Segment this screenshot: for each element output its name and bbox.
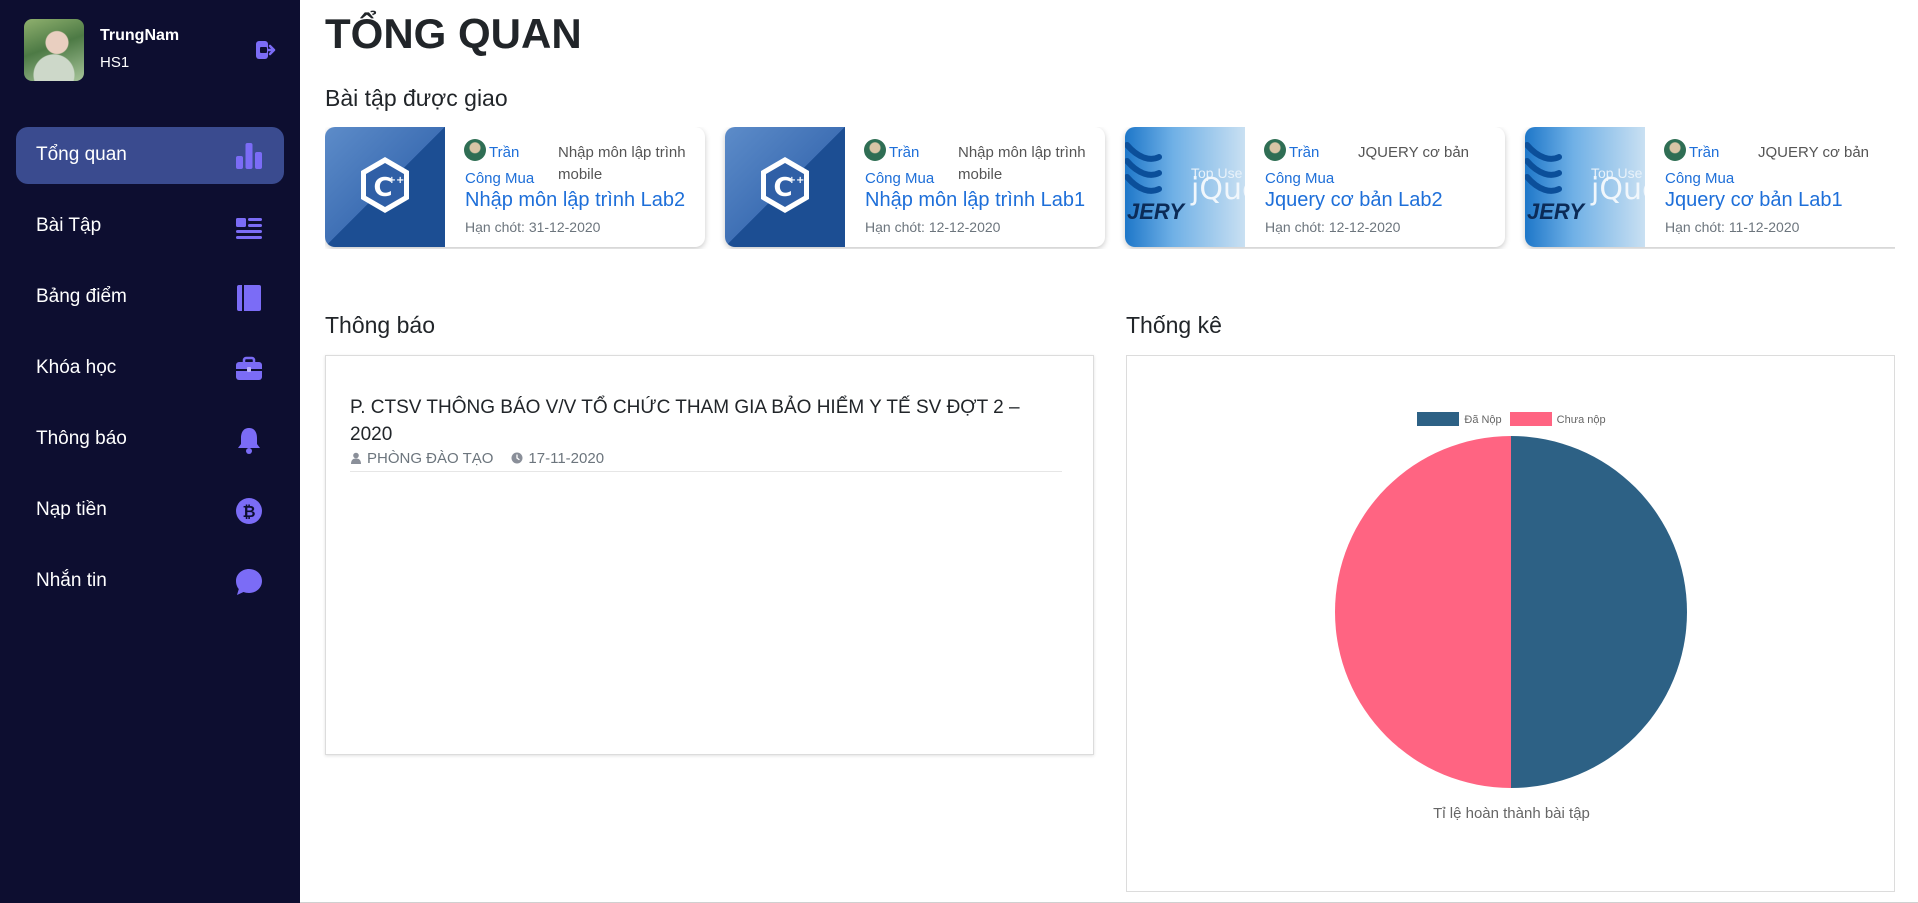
list-icon xyxy=(236,218,262,239)
legend-label: Chưa nộp xyxy=(1556,414,1606,426)
sidebar-item-label: Nạp tiền xyxy=(36,499,107,520)
user-icon xyxy=(351,452,361,464)
sidebar-nav: Tổng quan Bài Tập Bảng điểm Khóa học Thô… xyxy=(16,127,284,624)
assignment-card[interactable]: Top Use jQue JERY Trần Công Mua JQUERY c… xyxy=(1125,127,1505,247)
sidebar-item-assignments[interactable]: Bài Tập xyxy=(16,198,284,255)
card-author[interactable]: Trần Công Mua xyxy=(1265,140,1345,192)
legend-swatch xyxy=(1509,412,1552,426)
clock-icon xyxy=(511,452,523,464)
svg-text:₿: ₿ xyxy=(242,502,255,521)
user-role: HS1 xyxy=(100,54,130,71)
pie-chart xyxy=(1335,436,1687,788)
legend-item[interactable]: Đã Nộp xyxy=(1417,412,1502,426)
sidebar-item-label: Thông báo xyxy=(36,428,127,449)
user-profile: TrungNam HS1 xyxy=(24,19,284,81)
card-author[interactable]: Trần Công Mua xyxy=(465,140,545,192)
stats-section-title: Thống kê xyxy=(1126,312,1222,338)
user-name: TrungNam xyxy=(100,27,180,44)
sidebar-item-label: Khóa học xyxy=(36,357,117,378)
thumb-text: JERY xyxy=(1127,199,1185,224)
pie-slice-submitted[interactable] xyxy=(1511,436,1687,788)
sidebar-item-label: Bài Tập xyxy=(36,215,102,236)
sidebar-item-label: Nhắn tin xyxy=(36,570,107,591)
notice-item[interactable]: P. CTSV THÔNG BÁO V/V TỔ CHỨC THAM GIA B… xyxy=(350,394,1062,472)
cpp-thumbnail: C ++ xyxy=(325,127,445,247)
sidebar-item-courses[interactable]: Khóa học xyxy=(16,340,284,397)
thumb-text: jQue xyxy=(1191,172,1245,207)
sidebar-item-topup[interactable]: Nạp tiền ₿ xyxy=(16,482,284,539)
notice-date: 17-11-2020 xyxy=(528,450,605,467)
thumb-text: JERY xyxy=(1527,199,1585,224)
card-deadline: Hạn chót: 12-12-2020 xyxy=(1265,219,1401,235)
assignment-cards: C ++ Trần Công Mua Nhập môn lập trình mo… xyxy=(325,127,1895,249)
assignment-card[interactable]: Top Use jQue JERY Trần Công Mua JQUERY c… xyxy=(1525,127,1895,247)
chart-legend: Đã Nộp Chưa nộp xyxy=(1127,412,1896,426)
card-deadline: Hạn chót: 11-12-2020 xyxy=(1665,219,1800,235)
bar-chart-icon xyxy=(236,143,262,169)
main-content: TỔNG QUAN Bài tập được giao C ++ Trần Cô… xyxy=(300,0,1918,903)
bell-icon xyxy=(238,428,260,454)
card-author[interactable]: Trần Công Mua xyxy=(1665,140,1745,192)
legend-swatch xyxy=(1417,412,1460,426)
jquery-thumbnail: Top Use jQue JERY xyxy=(1525,127,1645,247)
assignment-card[interactable]: C ++ Trần Công Mua Nhập môn lập trình mo… xyxy=(725,127,1105,247)
sidebar: TrungNam HS1 Tổng quan Bài Tập Bảng điểm… xyxy=(0,0,300,903)
sidebar-item-label: Bảng điểm xyxy=(36,286,127,307)
card-author[interactable]: Trần Công Mua xyxy=(865,140,945,192)
svg-text:++: ++ xyxy=(788,175,805,186)
card-title[interactable]: Jquery cơ bản Lab2 xyxy=(1265,189,1443,212)
card-title[interactable]: Nhập môn lập trình Lab1 xyxy=(865,189,1085,212)
notices-section-title: Thông báo xyxy=(325,312,435,338)
card-deadline: Hạn chót: 12-12-2020 xyxy=(865,219,1001,235)
card-deadline: Hạn chót: 31-12-2020 xyxy=(465,219,601,235)
chat-icon xyxy=(236,569,262,595)
sidebar-item-label: Tổng quan xyxy=(36,144,127,165)
jquery-thumbnail: Top Use jQue JERY xyxy=(1125,127,1245,247)
briefcase-icon xyxy=(236,356,262,380)
pie-slice-not-submitted[interactable] xyxy=(1335,436,1511,788)
thumb-text: jQue xyxy=(1591,172,1645,207)
card-course: Nhập môn lập trình mobile xyxy=(558,144,686,183)
card-title[interactable]: Nhập môn lập trình Lab2 xyxy=(465,189,685,212)
svg-text:++: ++ xyxy=(388,175,405,186)
sidebar-item-notifications[interactable]: Thông báo xyxy=(16,411,284,468)
bitcoin-icon: ₿ xyxy=(236,498,262,524)
card-course: JQUERY cơ bản xyxy=(1758,144,1869,161)
notice-title[interactable]: P. CTSV THÔNG BÁO V/V TỔ CHỨC THAM GIA B… xyxy=(350,394,1062,448)
sidebar-item-overview[interactable]: Tổng quan xyxy=(16,127,284,184)
assignments-section-title: Bài tập được giao xyxy=(325,85,508,111)
notices-panel: P. CTSV THÔNG BÁO V/V TỔ CHỨC THAM GIA B… xyxy=(325,355,1094,755)
card-course: JQUERY cơ bản xyxy=(1358,144,1469,161)
assignment-card[interactable]: C ++ Trần Công Mua Nhập môn lập trình mo… xyxy=(325,127,705,247)
avatar[interactable] xyxy=(24,19,84,81)
sidebar-item-messages[interactable]: Nhắn tin xyxy=(16,553,284,610)
card-course: Nhập môn lập trình mobile xyxy=(958,144,1086,183)
notice-meta: PHÒNG ĐÀO TẠO 17-11-2020 xyxy=(350,450,604,467)
cpp-thumbnail: C ++ xyxy=(725,127,845,247)
chart-caption: Tỉ lệ hoàn thành bài tập xyxy=(1433,805,1590,822)
notice-author: PHÒNG ĐÀO TẠO xyxy=(367,450,494,467)
sidebar-item-grades[interactable]: Bảng điểm xyxy=(16,269,284,326)
notebook-icon xyxy=(237,285,261,311)
stats-panel: Đã Nộp Chưa nộp Tỉ lệ hoàn thành bài tập xyxy=(1126,355,1895,892)
card-title[interactable]: Jquery cơ bản Lab1 xyxy=(1665,189,1843,212)
legend-item[interactable]: Chưa nộp xyxy=(1509,412,1606,426)
page-title: TỔNG QUAN xyxy=(325,10,582,57)
logout-icon[interactable] xyxy=(254,39,276,61)
legend-label: Đã Nộp xyxy=(1464,414,1502,426)
